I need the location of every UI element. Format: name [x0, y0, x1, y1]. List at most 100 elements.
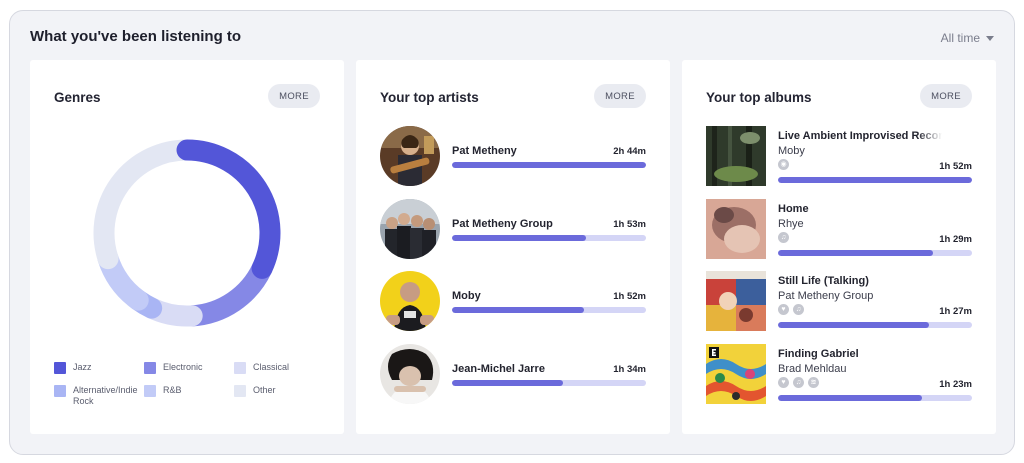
- album-artist: Pat Metheny Group: [778, 290, 874, 302]
- music-service-icon: ♫: [793, 377, 804, 388]
- legend-label: R&B: [163, 385, 182, 395]
- legend-swatch: [234, 385, 246, 397]
- album-service-icons: ◉: [778, 159, 789, 170]
- radio-icon: ≋: [808, 377, 819, 388]
- panel-title: What you've been listening to: [30, 28, 242, 45]
- artist-row[interactable]: Pat Metheny Group 1h 53m: [380, 199, 646, 259]
- album-cover: [706, 199, 766, 259]
- legend-label: Electronic: [163, 362, 203, 372]
- artist-duration: 1h 34m: [613, 364, 646, 375]
- artist-photo: [380, 126, 440, 186]
- listening-summary-panel: What you've been listening to All time G…: [9, 10, 1015, 455]
- album-cover: [706, 126, 766, 186]
- artist-progress-fill: [452, 235, 586, 241]
- artist-progress-bar: [452, 380, 646, 386]
- artist-row[interactable]: Jean-Michel Jarre 1h 34m: [380, 344, 646, 404]
- legend-item: Other: [234, 385, 324, 407]
- artist-photo: [380, 344, 440, 404]
- legend-label: Other: [253, 385, 276, 395]
- artist-progress-bar: [452, 235, 646, 241]
- legend-swatch: [234, 362, 246, 374]
- album-title: Finding Gabriel: [778, 348, 859, 360]
- legend-item: R&B: [144, 385, 234, 407]
- music-service-icon: ♫: [793, 304, 804, 315]
- album-progress-fill: [778, 177, 972, 183]
- album-progress-fill: [778, 395, 922, 401]
- top-albums-title: Your top albums: [706, 90, 812, 105]
- artist-progress-bar: [452, 307, 646, 313]
- album-title: Still Life (Talking): [778, 275, 869, 287]
- album-service-icons: ♥ ♫: [778, 304, 804, 315]
- album-progress-bar: [778, 322, 972, 328]
- legend-swatch: [54, 362, 66, 374]
- top-artists-title: Your top artists: [380, 90, 479, 105]
- genres-more-button[interactable]: MORE: [268, 84, 320, 108]
- artist-photo: [380, 271, 440, 331]
- album-cover: [706, 344, 766, 404]
- album-duration: 1h 29m: [939, 234, 972, 245]
- artist-duration: 2h 44m: [613, 146, 646, 157]
- legend-swatch: [54, 385, 66, 397]
- artist-name: Pat Metheny: [452, 145, 517, 157]
- donut-slice-electronic[interactable]: [181, 257, 273, 327]
- donut-slice-jazz[interactable]: [176, 139, 281, 279]
- time-range-dropdown[interactable]: All time: [941, 31, 994, 45]
- album-artist: Rhye: [778, 218, 804, 230]
- legend-swatch: [144, 385, 156, 397]
- artist-name: Jean-Michel Jarre: [452, 363, 545, 375]
- album-artist: Brad Mehldau: [778, 363, 847, 375]
- genres-donut-chart: [93, 139, 281, 327]
- album-duration: 1h 52m: [939, 161, 972, 172]
- artist-row[interactable]: Pat Metheny 2h 44m: [380, 126, 646, 186]
- legend-label: Jazz: [73, 362, 92, 372]
- album-progress-fill: [778, 250, 934, 256]
- album-cover: [706, 271, 766, 331]
- album-duration: 1h 23m: [939, 379, 972, 390]
- donut-slice-other[interactable]: [93, 139, 198, 270]
- artist-duration: 1h 52m: [613, 291, 646, 302]
- album-title: Live Ambient Improvised Recordings: [778, 130, 942, 142]
- albums-more-button[interactable]: MORE: [920, 84, 972, 108]
- album-artist: Moby: [778, 145, 805, 157]
- legend-item: Jazz: [54, 362, 144, 374]
- caret-down-icon: [986, 35, 994, 41]
- time-range-value: All time: [940, 31, 980, 45]
- album-progress-bar: [778, 395, 972, 401]
- artist-duration: 1h 53m: [613, 219, 646, 230]
- artist-progress-fill: [452, 380, 563, 386]
- album-progress-bar: [778, 177, 972, 183]
- album-service-icons: ♫: [778, 232, 789, 243]
- genres-title: Genres: [54, 90, 101, 105]
- album-row[interactable]: Home Rhye ♫ 1h 29m: [706, 199, 972, 259]
- artists-more-button[interactable]: MORE: [594, 84, 646, 108]
- legend-label: Alternative/Indie Rock: [73, 385, 138, 406]
- legend-item: Alternative/Indie Rock: [54, 385, 144, 407]
- genres-legend: Jazz Electronic Classical Alternative/Indie…: [54, 362, 334, 407]
- legend-label: Classical: [253, 362, 290, 372]
- album-progress-bar: [778, 250, 972, 256]
- album-row[interactable]: Still Life (Talking) Pat Metheny Group ♥…: [706, 271, 972, 331]
- album-title: Home: [778, 203, 809, 215]
- legend-item: Electronic: [144, 362, 234, 374]
- artist-progress-fill: [452, 307, 584, 313]
- music-service-icon: ♫: [778, 232, 789, 243]
- artist-progress-bar: [452, 162, 646, 168]
- top-albums-card: Your top albums MORE Live Ambient Improv…: [682, 60, 996, 434]
- album-duration: 1h 27m: [939, 306, 972, 317]
- heart-icon: ♥: [778, 377, 789, 388]
- artist-photo: [380, 199, 440, 259]
- artist-row[interactable]: Moby 1h 52m: [380, 271, 646, 331]
- album-progress-fill: [778, 322, 930, 328]
- album-row[interactable]: Finding Gabriel Brad Mehldau ♥ ♫ ≋ 1h 23…: [706, 344, 972, 404]
- legend-swatch: [144, 362, 156, 374]
- disc-icon: ◉: [778, 159, 789, 170]
- legend-item: Classical: [234, 362, 324, 374]
- top-artists-card: Your top artists MORE Pat Metheny 2h 44m: [356, 60, 670, 434]
- album-row[interactable]: Live Ambient Improvised Recordings Moby …: [706, 126, 972, 186]
- heart-icon: ♥: [778, 304, 789, 315]
- artist-name: Moby: [452, 290, 481, 302]
- artist-name: Pat Metheny Group: [452, 218, 553, 230]
- artist-progress-fill: [452, 162, 646, 168]
- genres-card: Genres MORE Jazz Electronic Classical Alter…: [30, 60, 344, 434]
- album-service-icons: ♥ ♫ ≋: [778, 377, 819, 388]
